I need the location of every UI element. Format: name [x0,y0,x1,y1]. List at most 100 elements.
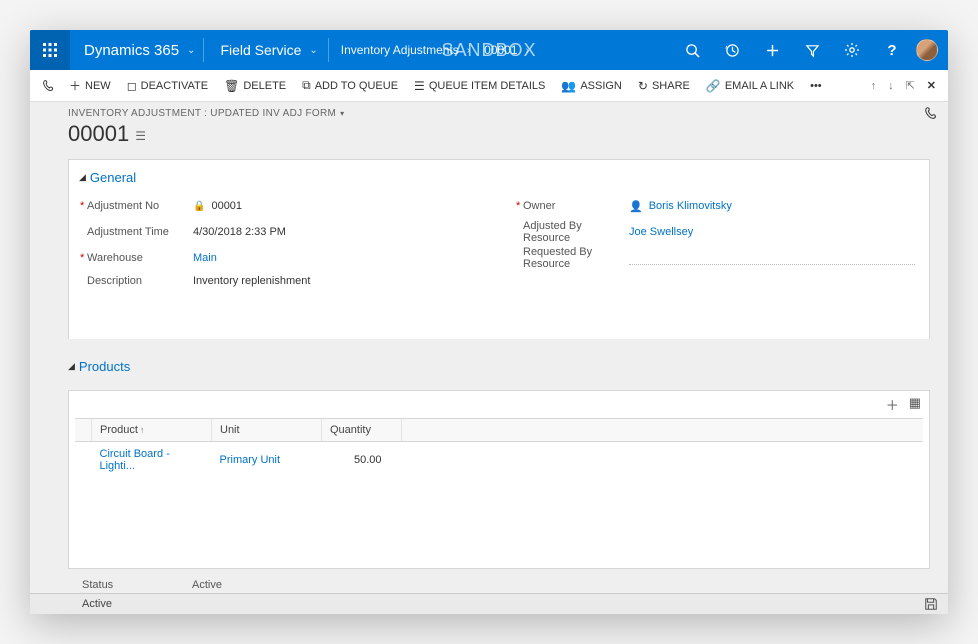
area-dropdown[interactable]: Field Service ⌄ [204,42,327,58]
table-row[interactable]: Circuit Board - Lighti... Primary Unit 5… [75,442,923,479]
grid-view-button[interactable]: ▦ [909,395,921,414]
field-requested-by: Requested By Resource [519,245,915,271]
person-icon: 👤 [629,200,643,213]
warehouse-value[interactable]: Main [193,252,479,264]
section-general-card: ◢ General Adjustment No 🔒 00001 Adjustme… [68,159,930,339]
adjusted-by-text: Joe Swellsey [629,226,693,238]
save-button[interactable] [924,597,938,611]
collapse-icon: ◢ [68,361,75,372]
col-product-label: Product [100,424,138,436]
app-launcher-waffle[interactable] [30,30,70,70]
products-grid-card: ＋ ▦ Product↑ Unit Quantity [68,390,930,569]
description-label: Description [83,275,193,287]
field-adjusted-by: Adjusted By Resource Joe Swellsey [519,219,915,245]
adjustment-time-text: 4/30/2018 2:33 PM [193,226,286,238]
plus-icon [765,43,780,58]
section-general-label: General [90,170,136,185]
caret-down-icon: ▾ [340,109,344,118]
breadcrumb-record[interactable]: 00001 [472,43,523,57]
description-value[interactable]: Inventory replenishment [193,275,479,287]
cell-product[interactable]: Circuit Board - Lighti... [92,442,212,479]
owner-value[interactable]: 👤 Boris Klimovitsky [629,200,915,213]
grid-add-button[interactable]: ＋ [886,395,899,414]
grid-col-quantity[interactable]: Quantity [322,419,402,442]
plus-icon: ＋ [886,398,899,413]
search-button[interactable] [672,30,712,70]
adjustment-time-label: Adjustment Time [83,226,193,238]
adjustment-time-value[interactable]: 4/30/2018 2:33 PM [193,226,479,238]
field-list-icon[interactable]: ☰ [135,125,146,143]
save-icon [924,597,938,611]
share-label: SHARE [652,80,690,92]
brand-label: Dynamics 365 [84,42,179,59]
queue-item-details-label: QUEUE ITEM DETAILS [429,80,546,92]
requested-by-value[interactable] [629,251,915,265]
delete-label: DELETE [243,80,286,92]
breadcrumb-record-label: 00001 [484,43,517,57]
adjustment-no-value[interactable]: 🔒 00001 [193,200,479,212]
queue-item-details-button[interactable]: ☰QUEUE ITEM DETAILS [406,70,553,101]
grid-toolbar: ＋ ▦ [75,395,923,418]
popout-icon: ⇱ [906,79,915,92]
nav-down-button[interactable]: ↓ [882,80,900,92]
phone-icon [42,79,55,92]
more-commands-button[interactable]: ••• [802,70,830,101]
deactivate-button[interactable]: ◻DEACTIVATE [119,70,216,101]
assign-button[interactable]: 👥ASSIGN [553,70,630,101]
chevron-down-icon: ⌄ [309,45,317,56]
form-caption: INVENTORY ADJUSTMENT : UPDATED INV ADJ F… [68,108,336,119]
funnel-icon [805,43,820,58]
grid-select-header[interactable] [75,419,92,442]
section-general-header[interactable]: ◢ General [79,170,915,185]
new-button[interactable]: ＋NEW [61,70,119,101]
record-title-wrap: 00001 ☰ [68,121,930,147]
quick-create-button[interactable] [752,30,792,70]
cell-unit[interactable]: Primary Unit [212,442,322,479]
col-quantity-label: Quantity [330,424,371,436]
advanced-find-button[interactable] [792,30,832,70]
grid-col-product[interactable]: Product↑ [92,419,212,442]
close-button[interactable]: ✕ [921,79,942,92]
adjusted-by-value[interactable]: Joe Swellsey [629,226,915,238]
section-products-header[interactable]: ◢ Products [68,359,930,374]
arrow-up-icon: ↑ [871,80,877,92]
brand-dropdown[interactable]: Dynamics 365 ⌄ [70,30,203,70]
section-products-label: Products [79,359,130,374]
share-button[interactable]: ↻SHARE [630,70,698,101]
trash-icon: 🗑 [224,79,239,93]
relationship-assistant-button[interactable] [924,106,938,120]
requested-by-label: Requested By Resource [519,246,629,270]
grid-col-unit[interactable]: Unit [212,419,322,442]
form-selector[interactable]: INVENTORY ADJUSTMENT : UPDATED INV ADJ F… [68,108,930,119]
empty-value [629,251,915,265]
search-icon [685,43,700,58]
email-link-button[interactable]: 🔗EMAIL A LINK [698,70,802,101]
recent-button[interactable] [712,30,752,70]
help-button[interactable]: ? [872,30,912,70]
phone-icon [924,106,938,120]
phone-activity-button[interactable] [36,70,61,101]
add-to-queue-label: ADD TO QUEUE [315,80,398,92]
popout-button[interactable]: ⇱ [900,79,921,92]
link-icon: 🔗 [706,79,721,93]
sort-asc-icon: ↑ [140,425,145,435]
settings-button[interactable] [832,30,872,70]
nav-up-button[interactable]: ↑ [865,80,883,92]
area-label: Field Service [220,42,301,58]
breadcrumb-entity-label: Inventory Adjustments [341,43,459,57]
collapse-icon: ◢ [79,172,86,183]
global-nav-right: ? [672,30,948,70]
status-value[interactable]: Active [192,579,930,591]
breadcrumb-entity[interactable]: Inventory Adjustments [329,43,465,57]
clock-icon [725,43,740,58]
chevron-down-icon: ⌄ [187,45,195,56]
field-description: Description Inventory replenishment [83,271,479,297]
col-unit-label: Unit [220,424,240,436]
user-avatar[interactable] [916,39,938,61]
add-to-queue-button[interactable]: ⧉ADD TO QUEUE [294,70,406,101]
cell-quantity[interactable]: 50.00 [322,442,402,479]
deactivate-icon: ◻ [127,79,137,93]
delete-button[interactable]: 🗑 DELETE [216,70,294,101]
owner-text: Boris Klimovitsky [649,200,732,212]
form-content: ◢ General Adjustment No 🔒 00001 Adjustme… [30,159,948,573]
